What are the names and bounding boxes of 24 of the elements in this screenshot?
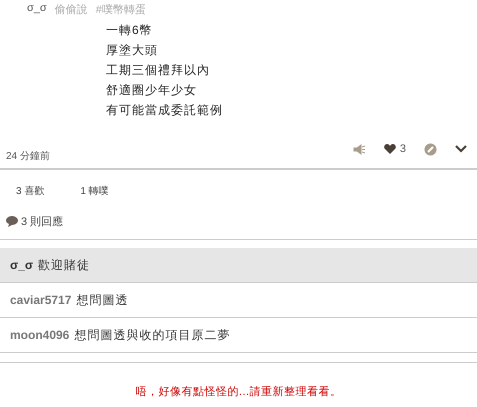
reply-author[interactable]: σ_σ xyxy=(10,258,34,272)
error-message: 唔，好像有點怪怪的...請重新整理看看。 xyxy=(135,386,342,398)
post-line: 厚塗大頭 xyxy=(106,42,159,59)
chevron-down-icon[interactable] xyxy=(455,145,467,153)
post-line: 一轉6幣 xyxy=(106,22,154,39)
speech-bubble-icon xyxy=(6,216,18,227)
stat-link[interactable]: 1 轉噗 xyxy=(80,184,109,198)
qualifier: 偷偷說 xyxy=(54,3,88,17)
reply-text: 想問圖透與收的項目原二夢 xyxy=(74,326,230,344)
reply-text: 想問圖透 xyxy=(76,292,128,308)
heart-icon[interactable] xyxy=(384,144,396,154)
post-time: 24 分鐘前 xyxy=(6,150,50,163)
reply-author[interactable]: moon4096 xyxy=(10,328,70,342)
reply-author[interactable]: caviar5717 xyxy=(10,293,72,307)
post-line: 有可能當成委託範例 xyxy=(106,102,224,119)
post-line: 舒適圈少年少女 xyxy=(106,82,198,99)
reply-text: 歡迎賭徒 xyxy=(38,256,90,274)
mute-icon[interactable] xyxy=(352,144,366,154)
author-name[interactable]: σ_σ xyxy=(27,2,47,17)
replurk-icon[interactable] xyxy=(424,142,437,156)
stat-link[interactable]: 3 喜歡 xyxy=(16,184,44,198)
like-count: 3 xyxy=(400,143,406,155)
post-line: 工期三個禮拜以內 xyxy=(106,62,211,79)
response-count: 3 則回應 xyxy=(21,214,64,229)
